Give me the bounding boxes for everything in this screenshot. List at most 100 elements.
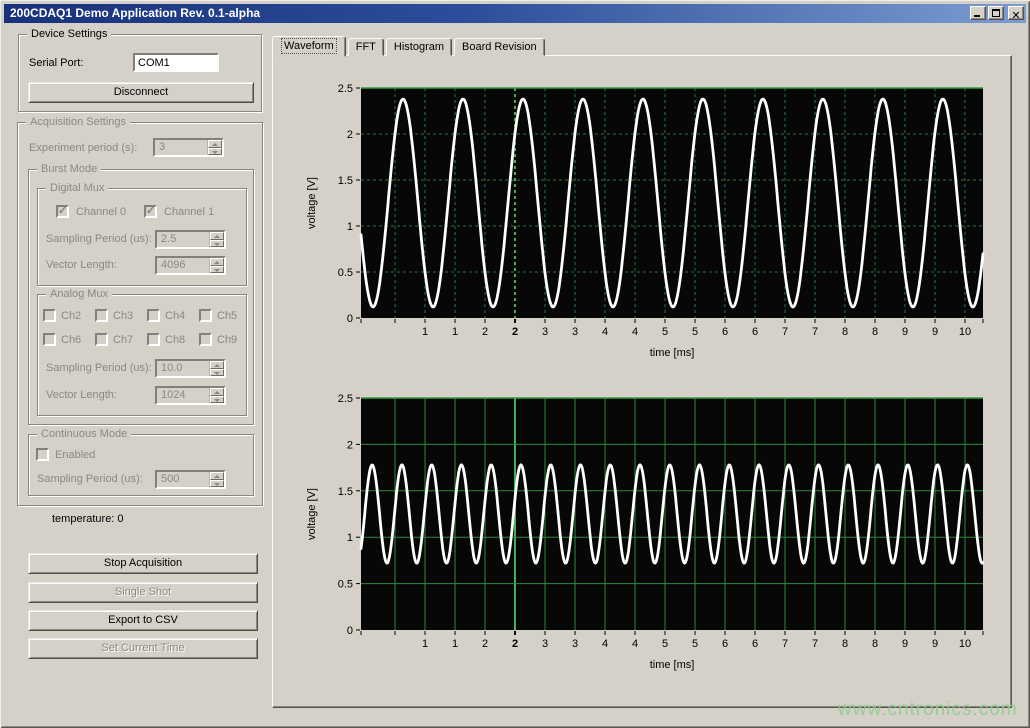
ch3-checkbox bbox=[95, 309, 108, 322]
svg-text:10: 10 bbox=[959, 638, 971, 650]
ch9-checkbox bbox=[199, 333, 212, 346]
svg-text:1: 1 bbox=[347, 221, 353, 233]
svg-text:3: 3 bbox=[542, 326, 548, 338]
channel-1-label: Channel 1 bbox=[164, 206, 214, 218]
maximize-icon[interactable] bbox=[988, 6, 1004, 20]
window-controls: ✕ bbox=[970, 6, 1024, 20]
ch5-label: Ch5 bbox=[217, 310, 237, 322]
ch6-label: Ch6 bbox=[61, 334, 81, 346]
svg-text:4: 4 bbox=[632, 638, 638, 650]
continuous-mode-title: Continuous Mode bbox=[37, 428, 131, 440]
acquisition-settings-group: Acquisition Settings Experiment period (… bbox=[17, 122, 263, 506]
stepper-up-icon bbox=[210, 232, 224, 240]
svg-text:3: 3 bbox=[572, 326, 578, 338]
titlebar[interactable]: 200CDAQ1 Demo Application Rev. 0.1-alpha… bbox=[4, 4, 1026, 23]
svg-text:7: 7 bbox=[812, 326, 818, 338]
stepper-down-icon bbox=[210, 480, 224, 488]
svg-text:1.5: 1.5 bbox=[338, 175, 353, 187]
svg-text:2: 2 bbox=[482, 326, 488, 338]
tab-fft[interactable]: FFT bbox=[348, 38, 384, 56]
svg-text:7: 7 bbox=[782, 638, 788, 650]
stop-acquisition-button[interactable]: Stop Acquisition bbox=[28, 553, 258, 574]
stepper-up-icon bbox=[210, 258, 224, 266]
disconnect-button[interactable]: Disconnect bbox=[28, 82, 254, 103]
svg-text:1: 1 bbox=[422, 638, 428, 650]
svg-text:10: 10 bbox=[959, 326, 971, 338]
tab-board-revision[interactable]: Board Revision bbox=[454, 38, 545, 56]
svg-text:0: 0 bbox=[347, 625, 353, 637]
svg-text:voltage [V]: voltage [V] bbox=[306, 177, 318, 229]
ch3-label: Ch3 bbox=[113, 310, 133, 322]
app-window: 200CDAQ1 Demo Application Rev. 0.1-alpha… bbox=[0, 0, 1030, 728]
analog-sampling-period-stepper: 10.0 bbox=[155, 359, 226, 378]
ch9-label: Ch9 bbox=[217, 334, 237, 346]
continuous-enabled-label: Enabled bbox=[55, 449, 95, 461]
svg-text:0.5: 0.5 bbox=[338, 579, 353, 591]
channel-1-checkbox bbox=[144, 205, 157, 218]
ch6-checkbox bbox=[43, 333, 56, 346]
ch2-checkbox bbox=[43, 309, 56, 322]
svg-text:1: 1 bbox=[452, 638, 458, 650]
export-to-csv-button[interactable]: Export to CSV bbox=[28, 610, 258, 631]
svg-text:1.5: 1.5 bbox=[338, 486, 353, 498]
svg-text:2.5: 2.5 bbox=[338, 393, 353, 405]
serial-port-input[interactable] bbox=[133, 53, 219, 72]
channel-0-label: Channel 0 bbox=[76, 206, 126, 218]
ch8-label: Ch8 bbox=[165, 334, 185, 346]
analog-vector-length-label: Vector Length: bbox=[46, 389, 117, 401]
experiment-period-label: Experiment period (s): bbox=[29, 142, 137, 154]
svg-text:7: 7 bbox=[782, 326, 788, 338]
acquisition-settings-title: Acquisition Settings bbox=[26, 116, 130, 128]
svg-text:6: 6 bbox=[752, 638, 758, 650]
svg-text:6: 6 bbox=[722, 326, 728, 338]
svg-text:0.5: 0.5 bbox=[338, 267, 353, 279]
ch4-label: Ch4 bbox=[165, 310, 185, 322]
ch8-checkbox bbox=[147, 333, 160, 346]
tab-waveform[interactable]: Waveform bbox=[272, 36, 346, 57]
ch4-checkbox bbox=[147, 309, 160, 322]
svg-text:2: 2 bbox=[347, 129, 353, 141]
digital-mux-title: Digital Mux bbox=[46, 182, 108, 194]
single-shot-button: Single Shot bbox=[28, 582, 258, 603]
stepper-down-icon bbox=[210, 240, 224, 248]
analog-sampling-period-label: Sampling Period (us): bbox=[46, 362, 152, 374]
waveform-chart-bottom: 1122334455667788991000.511.522.5time [ms… bbox=[283, 378, 1023, 680]
svg-text:9: 9 bbox=[902, 638, 908, 650]
svg-text:6: 6 bbox=[722, 638, 728, 650]
digital-mux-group: Digital Mux Channel 0 Channel 1 Sampling… bbox=[37, 188, 247, 286]
svg-text:5: 5 bbox=[692, 326, 698, 338]
stepper-down-icon bbox=[208, 148, 222, 156]
continuous-sampling-period-label: Sampling Period (us): bbox=[37, 473, 143, 485]
svg-text:4: 4 bbox=[602, 326, 608, 338]
svg-text:2: 2 bbox=[512, 638, 518, 650]
svg-text:2: 2 bbox=[482, 638, 488, 650]
svg-text:9: 9 bbox=[932, 326, 938, 338]
svg-text:8: 8 bbox=[872, 326, 878, 338]
svg-text:time [ms]: time [ms] bbox=[650, 347, 695, 359]
svg-text:5: 5 bbox=[662, 326, 668, 338]
device-settings-title: Device Settings bbox=[27, 28, 111, 40]
close-icon[interactable]: ✕ bbox=[1008, 6, 1024, 20]
burst-mode-group: Burst Mode Digital Mux Channel 0 Channel… bbox=[28, 169, 254, 425]
window-title: 200CDAQ1 Demo Application Rev. 0.1-alpha bbox=[10, 6, 260, 20]
waveform-chart-top: 1122334455667788991000.511.522.5time [ms… bbox=[283, 68, 1023, 373]
tab-histogram[interactable]: Histogram bbox=[386, 38, 452, 56]
svg-text:6: 6 bbox=[752, 326, 758, 338]
svg-text:1: 1 bbox=[452, 326, 458, 338]
svg-text:4: 4 bbox=[632, 326, 638, 338]
svg-text:time [ms]: time [ms] bbox=[650, 659, 695, 671]
stepper-up-icon bbox=[210, 388, 224, 396]
tab-bar: Waveform FFT Histogram Board Revision bbox=[272, 35, 547, 56]
continuous-sampling-period-stepper: 500 bbox=[155, 470, 226, 489]
svg-text:3: 3 bbox=[542, 638, 548, 650]
experiment-period-stepper: 3 bbox=[153, 138, 224, 157]
channel-0-checkbox bbox=[56, 205, 69, 218]
digital-vector-length-stepper: 4096 bbox=[155, 256, 226, 275]
serial-port-label: Serial Port: bbox=[29, 57, 83, 69]
stepper-up-icon bbox=[208, 140, 222, 148]
temperature-readout: temperature: 0 bbox=[52, 513, 124, 525]
stepper-down-icon bbox=[210, 369, 224, 377]
minimize-icon[interactable] bbox=[970, 6, 986, 20]
svg-text:0: 0 bbox=[347, 313, 353, 325]
ch5-checkbox bbox=[199, 309, 212, 322]
